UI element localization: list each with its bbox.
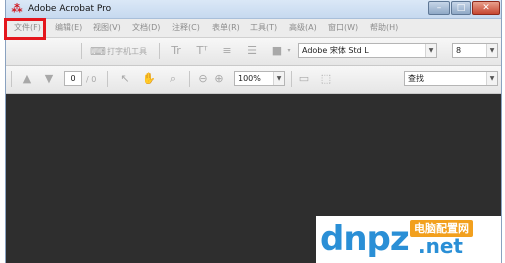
fit-width-icon[interactable]: ▭ (297, 72, 311, 86)
toolbar-separator (81, 43, 82, 59)
font-size-select[interactable]: 8 ▼ (452, 43, 498, 58)
title-bar: ⁂ Adobe Acrobat Pro – □ ✕ (6, 0, 501, 19)
chevron-down-icon[interactable]: ▼ (486, 72, 497, 85)
chevron-down-icon[interactable]: ▼ (425, 44, 436, 57)
find-label: 查找 (408, 74, 424, 83)
text-size-increase-icon[interactable]: Tᵀ (195, 44, 209, 58)
chevron-down-icon[interactable]: ▼ (273, 72, 284, 85)
line-spacing-increase-icon[interactable]: ☰ (245, 44, 259, 58)
font-size-value: 8 (456, 46, 462, 55)
site-watermark: dnpz 电脑配置网 .net (316, 216, 501, 263)
menu-document[interactable]: 文档(D) (132, 22, 160, 33)
menu-forms[interactable]: 表单(R) (212, 22, 240, 33)
menu-bar: 文件(F) 编辑(E) 视图(V) 文档(D) 注释(C) 表单(R) 工具(T… (6, 19, 501, 38)
close-button[interactable]: ✕ (472, 1, 500, 15)
navigation-toolbar: ▲ ▼ 0 / 0 ↖ ✋ ⌕ ⊖ ⊕ 100% ▼ ▭ ⬚ 查找 ▼ (6, 66, 501, 94)
chevron-down-icon[interactable]: ▼ (486, 44, 497, 57)
page-total: / 0 (86, 75, 97, 84)
page-number-value: 0 (70, 74, 76, 83)
window-title: Adobe Acrobat Pro (28, 4, 112, 14)
toolbar-separator (189, 71, 190, 87)
text-size-decrease-icon[interactable]: Tr (169, 44, 183, 58)
zoom-in-icon[interactable]: ⊕ (213, 72, 225, 86)
typewriter-icon[interactable]: ⌨ (90, 45, 106, 59)
typewriter-tool-label[interactable]: 打字机工具 (107, 46, 147, 57)
menu-tools[interactable]: 工具(T) (250, 22, 277, 33)
zoom-value: 100% (238, 74, 261, 83)
text-color-icon[interactable]: ■ (270, 44, 284, 58)
menu-view[interactable]: 视图(V) (93, 22, 121, 33)
page-number-input[interactable]: 0 (64, 71, 82, 86)
line-spacing-decrease-icon[interactable]: ≡ (220, 44, 234, 58)
zoom-select[interactable]: 100% ▼ (234, 71, 285, 86)
previous-page-icon[interactable]: ▲ (20, 72, 34, 86)
menu-window[interactable]: 窗口(W) (328, 22, 358, 33)
menu-help[interactable]: 帮助(H) (370, 22, 398, 33)
toolbar-separator (11, 71, 12, 87)
next-page-icon[interactable]: ▼ (42, 72, 56, 86)
zoom-out-icon[interactable]: ⊖ (197, 72, 209, 86)
select-cursor-icon[interactable]: ↖ (118, 72, 132, 86)
marquee-zoom-icon[interactable]: ⌕ (166, 72, 180, 86)
menu-comments[interactable]: 注释(C) (172, 22, 200, 33)
toolbar-separator (159, 43, 160, 59)
acrobat-logo-icon: ⁂ (11, 2, 23, 15)
toolbar-separator (107, 71, 108, 87)
typewriter-toolbar: ⌨ 打字机工具 Tr Tᵀ ≡ ☰ ■ ▾ Adobe 宋体 Std L ▼ 8… (6, 38, 501, 66)
chevron-down-icon[interactable]: ▾ (285, 44, 293, 58)
maximize-button[interactable]: □ (451, 1, 471, 15)
watermark-logo: dnpz (320, 219, 410, 259)
file-menu-highlight (4, 18, 46, 40)
toolbar-separator (291, 71, 292, 87)
minimize-button[interactable]: – (428, 1, 450, 15)
find-input[interactable]: 查找 ▼ (404, 71, 498, 86)
watermark-domain: .net (418, 234, 463, 258)
full-screen-icon[interactable]: ⬚ (319, 72, 333, 86)
font-family-select[interactable]: Adobe 宋体 Std L ▼ (298, 43, 437, 58)
font-family-value: Adobe 宋体 Std L (302, 46, 369, 55)
hand-tool-icon[interactable]: ✋ (142, 72, 156, 86)
menu-advanced[interactable]: 高级(A) (289, 22, 317, 33)
menu-edit[interactable]: 编辑(E) (55, 22, 82, 33)
